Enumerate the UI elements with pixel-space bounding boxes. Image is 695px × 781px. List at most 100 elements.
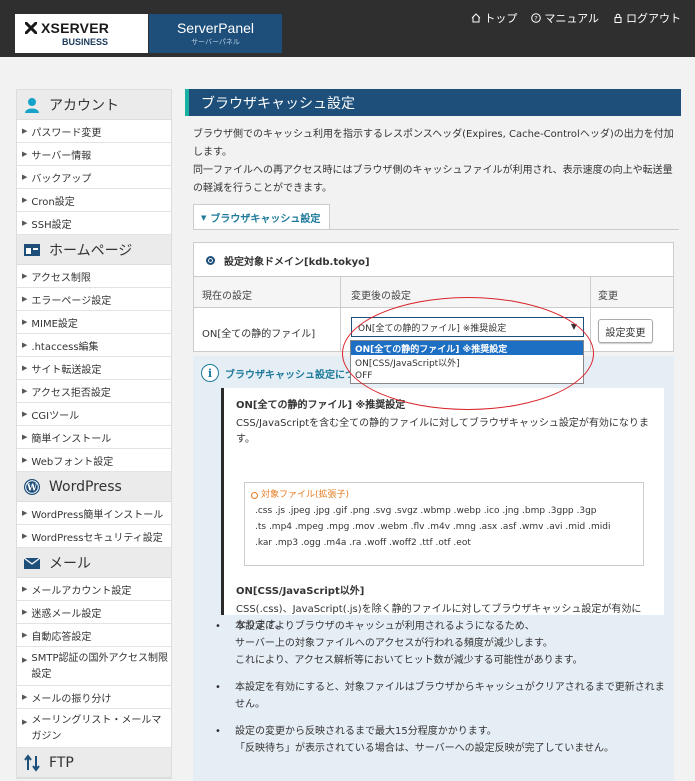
circle-bullet-icon: [251, 491, 258, 499]
bullet-icon: [206, 256, 215, 265]
sidebar-item-error-page[interactable]: ▶ エラーページ設定: [17, 288, 171, 311]
chevron-right-icon: ▶: [22, 272, 28, 280]
chevron-right-icon: ▶: [22, 318, 28, 326]
sidebar-item-spam[interactable]: ▶ 迷惑メール設定: [17, 601, 171, 624]
sidebar-item-wp-install[interactable]: ▶ WordPress簡単インストール: [17, 502, 171, 525]
chevron-right-icon: ▶: [22, 173, 28, 181]
dropdown-arrow-icon: ▼: [570, 322, 577, 331]
col-change: 変更: [598, 291, 618, 302]
mail-icon: [23, 557, 41, 569]
chevron-right-icon: ▶: [22, 718, 28, 726]
sidebar-item-webfont[interactable]: ▶ Webフォント設定: [17, 449, 171, 472]
option1-title: ON[全ての静的ファイル] ※推奨設定: [236, 400, 406, 411]
bullet-icon: •: [215, 682, 221, 693]
chevron-right-icon: ▶: [22, 127, 28, 135]
sidebar-item-mailing-list[interactable]: ▶ メーリングリスト・メールマガジン: [17, 709, 171, 748]
chevron-right-icon: ▶: [22, 410, 28, 418]
sidebar-item-mail-account[interactable]: ▶ メールアカウント設定: [17, 578, 171, 601]
sidebar-item-autoreply[interactable]: ▶ 自動応答設定: [17, 624, 171, 647]
info-heading: i ブラウザキャッシュ設定について: [201, 364, 375, 382]
nav-logout-label: ログアウト: [626, 12, 681, 25]
note-item: • 本設定によりブラウザのキャッシュが利用されるようになるため、 サーバー上の対…: [215, 618, 667, 669]
logo-text: XSERVER: [41, 20, 110, 36]
sidebar-item-wp-security[interactable]: ▶ WordPressセキュリティ設定: [17, 525, 171, 548]
option1-description: CSS/JavaScriptを含む全ての静的ファイルに対してブラウザキャッシュ設…: [236, 418, 649, 445]
divider: [340, 276, 341, 352]
chevron-right-icon: ▶: [22, 387, 28, 395]
nav-manual-link[interactable]: ? マニュアル: [531, 10, 599, 26]
page-description: ブラウザ側でのキャッシュ利用を指示するレスポンスヘッダ(Expires, Cac…: [193, 129, 674, 194]
sidebar-item-ssh[interactable]: ▶ SSH設定: [17, 212, 171, 235]
svg-text:?: ?: [535, 15, 538, 23]
wordpress-icon: W: [24, 478, 40, 495]
chevron-right-icon: ▶: [22, 509, 28, 517]
sidebar-item-backup[interactable]: ▶ バックアップ: [17, 166, 171, 189]
sidebar-item-password[interactable]: ▶ パスワード変更: [17, 120, 171, 143]
help-icon: ?: [531, 13, 542, 23]
sidebar-item-easy-install[interactable]: ▶ 簡単インストール: [17, 426, 171, 449]
option-except-css-js[interactable]: ON[CSS/JavaScript以外]: [351, 355, 583, 369]
chevron-right-icon: ▶: [22, 585, 28, 593]
cache-setting-options: ON[全ての静的ファイル] ※推奨設定 ON[CSS/JavaScript以外]…: [350, 340, 584, 384]
sidebar-item-mime[interactable]: ▶ MIME設定: [17, 311, 171, 334]
notes-list: • 本設定によりブラウザのキャッシュが利用されるようになるため、 サーバー上の対…: [215, 618, 667, 767]
page-title: ブラウザキャッシュ設定: [185, 89, 681, 116]
sidebar-item-access-deny[interactable]: ▶ アクセス拒否設定: [17, 380, 171, 403]
chevron-right-icon: ▶: [22, 608, 28, 616]
bullet-icon: •: [215, 621, 221, 632]
option2-title: ON[CSS/JavaScript以外]: [236, 586, 365, 597]
extension-line: .kar .mp3 .ogg .m4a .ra .woff .woff2 .tt…: [255, 538, 471, 548]
chevron-right-icon: ▶: [22, 341, 28, 349]
sidebar-head-homepage: ホームページ: [17, 235, 171, 265]
option-off[interactable]: OFF: [351, 369, 583, 383]
chevron-right-icon: ▶: [22, 295, 28, 303]
serverpanel-badge[interactable]: ServerPanel サーバーパネル: [149, 14, 282, 53]
sidebar-item-site-redirect[interactable]: ▶ サイト転送設定: [17, 357, 171, 380]
note-item: • 本設定を有効にすると、対象ファイルはブラウザからキャッシュがクリアされるまで…: [215, 679, 667, 713]
note-item: • 設定の変更から反映されるまで最大15分程度かかります。 「反映待ち」が表示さ…: [215, 723, 667, 757]
tab-browser-cache[interactable]: ▼ ブラウザキャッシュ設定: [193, 204, 330, 230]
sidebar-item-server-info[interactable]: ▶ サーバー情報: [17, 143, 171, 166]
sidebar-item-cgi-tools[interactable]: ▶ CGIツール: [17, 403, 171, 426]
cache-setting-select[interactable]: ON[全ての静的ファイル] ※推奨設定 ▼: [351, 317, 584, 337]
sidebar-item-cron[interactable]: ▶ Cron設定: [17, 189, 171, 212]
panel-subtitle: サーバーパネル: [191, 38, 240, 46]
sidebar-item-mail-filter[interactable]: ▶ メールの振り分け: [17, 686, 171, 709]
nav-top-link[interactable]: トップ: [471, 10, 517, 26]
settings-table-header: 現在の設定 変更後の設定 変更: [194, 276, 673, 308]
settings-card: 設定対象ドメイン[kdb.tokyo] 現在の設定 変更後の設定 変更 ON[全…: [193, 242, 674, 352]
extension-line: .css .js .jpeg .jpg .gif .png .svg .svgz…: [255, 506, 597, 516]
col-new: 変更後の設定: [351, 291, 411, 302]
browser-window-icon: [24, 243, 40, 256]
user-icon: [25, 97, 39, 113]
divider: [590, 276, 591, 352]
col-current: 現在の設定: [202, 291, 252, 302]
chevron-right-icon: ▶: [22, 433, 28, 441]
info-icon: i: [201, 364, 219, 382]
nav-logout-link[interactable]: ログアウト: [613, 10, 681, 26]
chevron-right-icon: ▶: [22, 150, 28, 158]
xserver-logo[interactable]: XSERVER BUSINESS: [15, 14, 148, 53]
sidebar: アカウント ▶ パスワード変更 ▶ サーバー情報 ▶ バックアップ ▶ Cron設定 ▶…: [16, 89, 172, 779]
sidebar-item-access-limit[interactable]: ▶ アクセス制限: [17, 265, 171, 288]
info-panel: i ブラウザキャッシュ設定について ON[全ての静的ファイル] ※推奨設定 CS…: [193, 356, 674, 781]
sidebar-item-htaccess[interactable]: ▶ .htaccess編集: [17, 334, 171, 357]
sidebar-head-ftp: FTP: [17, 748, 171, 778]
sidebar-item-smtp-restrict[interactable]: ▶ SMTP認証の国外アクセス制限設定: [17, 647, 171, 686]
extension-list-box: 対象ファイル(拡張子) .css .js .jpeg .jpg .gif .pn…: [244, 482, 644, 566]
chevron-right-icon: ▶: [22, 196, 28, 204]
extension-label: 対象ファイル(拡張子): [251, 487, 637, 503]
option-all-static[interactable]: ON[全ての静的ファイル] ※推奨設定: [351, 341, 583, 355]
lock-icon: [614, 13, 622, 23]
chevron-right-icon: ▶: [22, 631, 28, 639]
home-icon: [471, 13, 481, 23]
chevron-right-icon: ▶: [22, 693, 28, 701]
sidebar-head-mail: メール: [17, 548, 171, 578]
logo-subtext: BUSINESS: [62, 37, 109, 47]
updown-arrows-icon: [24, 753, 40, 772]
xserver-x-icon: [25, 22, 37, 34]
tab-underline: [193, 229, 679, 230]
option-explanation-box: ON[全ての静的ファイル] ※推奨設定 CSS/JavaScriptを含む全ての…: [221, 388, 664, 631]
svg-text:W: W: [26, 483, 38, 493]
apply-change-button[interactable]: 設定変更: [598, 319, 653, 343]
